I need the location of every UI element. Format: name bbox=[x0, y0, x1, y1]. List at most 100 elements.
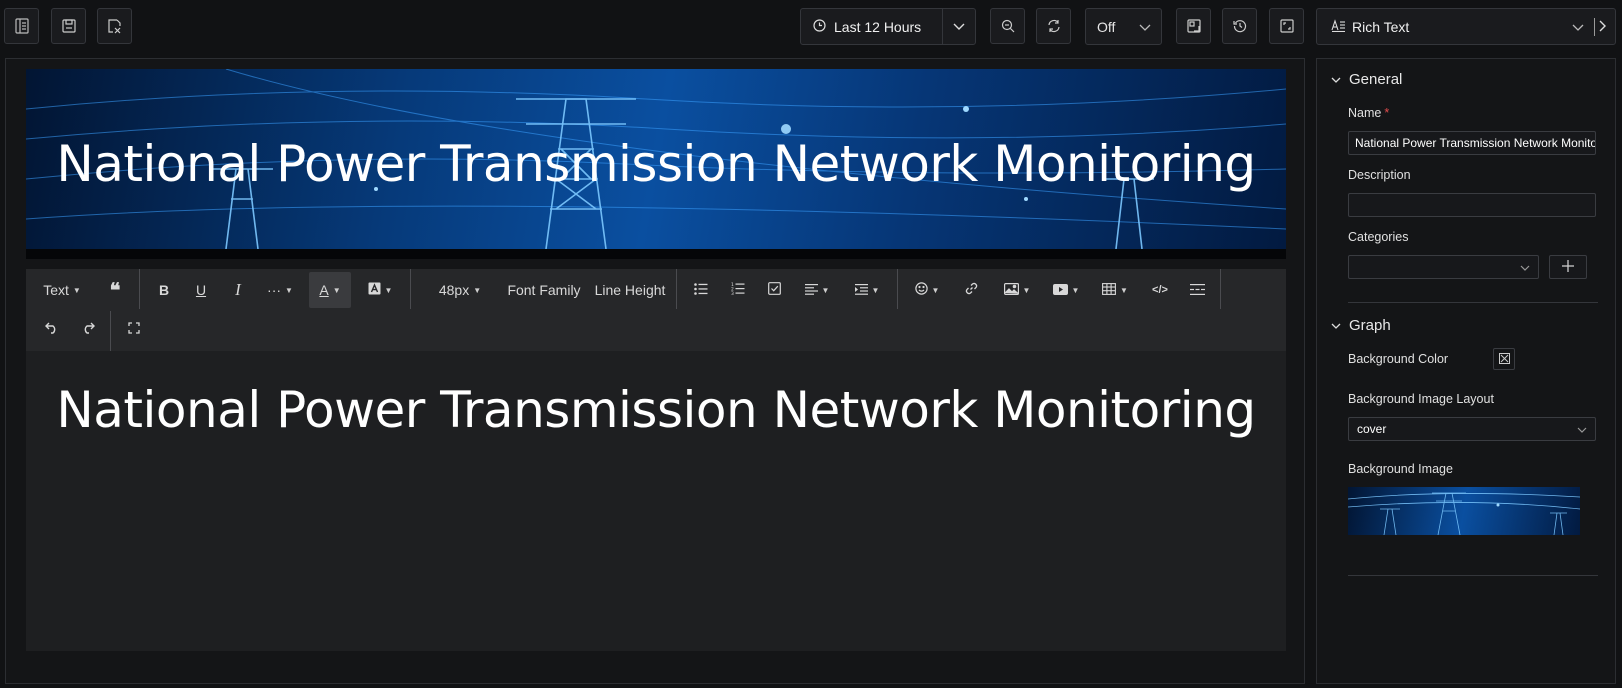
refresh-icon bbox=[1047, 19, 1061, 33]
history-button[interactable] bbox=[1222, 8, 1257, 44]
clock-icon bbox=[813, 18, 826, 35]
indent-icon bbox=[854, 282, 868, 298]
top-toolbar: Last 12 Hours Off Rich Text bbox=[0, 0, 1622, 56]
categories-select[interactable] bbox=[1348, 255, 1539, 279]
italic-button[interactable]: I bbox=[222, 272, 254, 308]
background-color-button[interactable]: ▼ bbox=[362, 272, 398, 308]
general-section-header[interactable]: General bbox=[1331, 71, 1402, 88]
panel-list-button[interactable] bbox=[4, 8, 39, 44]
emoji-button[interactable]: ▼ bbox=[908, 272, 946, 308]
rich-text-content[interactable]: National Power Transmission Network Moni… bbox=[26, 351, 1286, 651]
caret-icon: ▼ bbox=[1120, 285, 1128, 295]
image-dropdown[interactable]: ▼ bbox=[996, 272, 1038, 308]
image-icon bbox=[1003, 282, 1019, 298]
collapse-panel-icon[interactable] bbox=[1599, 19, 1607, 35]
divider-icon bbox=[1189, 282, 1205, 298]
task-list-button[interactable] bbox=[758, 272, 790, 308]
rich-text-toolbar: Text ▼ ❝ B U I ··· ▼ A ▼ ▼ 48px ▼ Font Famil… bbox=[26, 269, 1286, 352]
graph-section-header[interactable]: Graph bbox=[1331, 317, 1391, 334]
description-input[interactable] bbox=[1348, 193, 1596, 217]
table-dropdown[interactable]: ▼ bbox=[1094, 272, 1136, 308]
fullscreen-icon bbox=[1279, 19, 1294, 33]
underline-icon: U bbox=[195, 282, 207, 298]
code-button[interactable]: </> bbox=[1144, 272, 1176, 308]
add-category-button[interactable] bbox=[1549, 255, 1587, 279]
bold-icon: B bbox=[158, 282, 170, 298]
chevron-down-icon bbox=[1331, 317, 1341, 334]
fullscreen-icon bbox=[128, 321, 140, 337]
table-icon bbox=[1102, 282, 1116, 298]
line-height-dropdown[interactable]: Line Height bbox=[593, 272, 667, 308]
caret-icon: ▼ bbox=[384, 285, 393, 295]
bg-color-picker[interactable] bbox=[1493, 348, 1515, 370]
caret-icon: ▼ bbox=[1022, 285, 1031, 295]
save-button[interactable] bbox=[51, 8, 86, 44]
editor-area: National Power Transmission Network Moni… bbox=[5, 58, 1305, 684]
power-tower-thumbnail bbox=[1348, 492, 1580, 535]
caret-icon: ▼ bbox=[931, 285, 940, 295]
numbered-list-button[interactable]: 123 bbox=[722, 272, 754, 308]
background-color-icon bbox=[368, 282, 381, 298]
bullet-list-button[interactable] bbox=[685, 272, 717, 308]
content-heading: National Power Transmission Network Moni… bbox=[56, 381, 1256, 439]
refresh-interval-value: Off bbox=[1097, 18, 1116, 35]
divider-button[interactable] bbox=[1181, 272, 1213, 308]
editor-fullscreen-button[interactable] bbox=[118, 311, 150, 347]
more-button[interactable]: ··· ▼ bbox=[262, 272, 298, 308]
fullscreen-button[interactable] bbox=[1269, 8, 1304, 44]
toolbar-separator bbox=[139, 269, 140, 309]
panel-mode-icon bbox=[1186, 19, 1201, 33]
caret-icon: ▼ bbox=[332, 285, 341, 295]
time-range-picker[interactable]: Last 12 Hours bbox=[800, 8, 976, 45]
general-section-title: General bbox=[1349, 71, 1403, 88]
panel-type-label: Rich Text bbox=[1352, 18, 1410, 35]
zoom-out-button[interactable] bbox=[990, 8, 1025, 44]
discard-icon bbox=[107, 18, 122, 34]
panel-list-icon bbox=[14, 18, 29, 34]
no-color-icon bbox=[1498, 352, 1510, 367]
redo-button[interactable] bbox=[72, 311, 104, 347]
panel-mode-button[interactable] bbox=[1176, 8, 1211, 44]
chevron-down-icon bbox=[1331, 71, 1341, 88]
undo-button[interactable] bbox=[36, 311, 68, 347]
panel-type-select[interactable]: Rich Text bbox=[1316, 8, 1616, 45]
toolbar-separator bbox=[410, 269, 411, 309]
bold-button[interactable]: B bbox=[148, 272, 180, 308]
discard-button[interactable] bbox=[97, 8, 132, 44]
refresh-interval-select[interactable]: Off bbox=[1085, 8, 1162, 45]
caret-icon: ▼ bbox=[1071, 285, 1080, 295]
description-label: Description bbox=[1348, 168, 1411, 182]
chevron-down-icon bbox=[953, 19, 965, 34]
underline-button[interactable]: U bbox=[185, 272, 217, 308]
numbered-list-icon: 123 bbox=[731, 282, 745, 298]
name-input[interactable]: National Power Transmission Network Moni… bbox=[1348, 131, 1596, 155]
bg-image-label: Background Image bbox=[1348, 462, 1453, 476]
video-dropdown[interactable]: ▼ bbox=[1046, 272, 1086, 308]
font-size-label: 48px bbox=[438, 282, 470, 298]
plus-icon bbox=[1562, 259, 1574, 275]
toolbar-separator bbox=[1220, 269, 1221, 309]
time-range-label: Last 12 Hours bbox=[834, 18, 922, 35]
quote-icon: ❝ bbox=[109, 279, 121, 302]
bullet-list-icon bbox=[694, 282, 708, 298]
refresh-button[interactable] bbox=[1036, 8, 1071, 44]
caret-icon: ▼ bbox=[871, 285, 880, 295]
font-family-label: Font Family bbox=[507, 282, 581, 298]
link-button[interactable] bbox=[955, 272, 987, 308]
font-color-button[interactable]: A ▼ bbox=[309, 272, 351, 308]
caret-icon: ▼ bbox=[285, 285, 293, 295]
bg-image-thumbnail[interactable] bbox=[1348, 487, 1580, 535]
indent-dropdown[interactable]: ▼ bbox=[846, 272, 888, 308]
undo-icon bbox=[45, 321, 59, 337]
font-family-dropdown[interactable]: Font Family bbox=[506, 272, 582, 308]
time-range-dropdown[interactable] bbox=[942, 9, 975, 44]
text-style-dropdown[interactable]: Text ▼ bbox=[40, 272, 84, 308]
align-dropdown[interactable]: ▼ bbox=[796, 272, 838, 308]
font-size-dropdown[interactable]: 48px ▼ bbox=[430, 272, 490, 308]
video-icon bbox=[1052, 282, 1068, 298]
bg-layout-select[interactable]: cover bbox=[1348, 417, 1596, 441]
rich-text-icon bbox=[1331, 18, 1346, 35]
quote-button[interactable]: ❝ bbox=[98, 272, 132, 308]
chevron-down-icon bbox=[1577, 422, 1587, 436]
properties-panel: General Name * National Power Transmissio… bbox=[1316, 58, 1616, 684]
